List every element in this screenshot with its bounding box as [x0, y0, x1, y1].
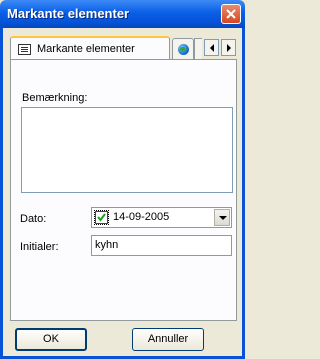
ok-button[interactable]: OK [15, 328, 87, 351]
window-frame-left [0, 28, 3, 359]
window-frame-right [242, 28, 245, 359]
dialog-window: Markante elementer Markante elementer Be… [0, 0, 245, 359]
date-picker[interactable]: 14-09-2005 [91, 207, 232, 228]
globe-icon [178, 44, 189, 55]
date-enabled-checkbox[interactable] [94, 210, 109, 225]
title-bar[interactable]: Markante elementer [0, 0, 245, 28]
cancel-button[interactable]: Annuller [132, 328, 204, 351]
date-dropdown-button[interactable] [214, 209, 230, 226]
tab-scroll-right-button[interactable] [221, 39, 236, 56]
initials-value: kyhn [95, 239, 119, 251]
tab-markante-elementer[interactable]: Markante elementer [10, 36, 170, 60]
tab-strip: Markante elementer [10, 36, 240, 60]
arrow-right-icon [227, 44, 231, 52]
tab-globe[interactable] [172, 38, 194, 60]
window-title: Markante elementer [7, 6, 130, 21]
initials-label: Initialer: [20, 241, 59, 253]
tab-scroll-left-button[interactable] [204, 39, 219, 56]
checkmark-icon [97, 213, 106, 222]
close-button[interactable] [221, 4, 241, 24]
remark-label: Bemærkning: [22, 92, 88, 104]
date-value: 14-09-2005 [113, 211, 170, 223]
arrow-left-icon [210, 44, 214, 52]
date-label: Dato: [20, 213, 47, 225]
list-icon [18, 44, 31, 55]
tab-partial[interactable] [194, 38, 202, 60]
tab-label: Markante elementer [37, 43, 135, 55]
chevron-down-icon [219, 216, 227, 220]
close-icon [226, 9, 236, 19]
remark-textarea[interactable] [21, 107, 233, 193]
initials-input[interactable]: kyhn [91, 235, 232, 256]
